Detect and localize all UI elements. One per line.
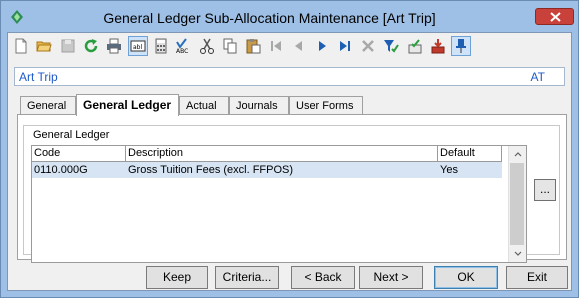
svg-text:abl: abl — [133, 44, 142, 51]
tab-general-ledger[interactable]: General Ledger — [76, 94, 179, 116]
scroll-thumb[interactable] — [510, 163, 524, 245]
cell-code: 0110.000G — [34, 164, 88, 176]
filter-icon[interactable] — [381, 36, 401, 56]
general-ledger-group: General Ledger Code Description Default … — [23, 125, 560, 263]
refresh-icon[interactable] — [81, 36, 101, 56]
pin-icon[interactable] — [451, 36, 471, 56]
paste-icon[interactable] — [243, 36, 263, 56]
exit-button[interactable]: Exit — [506, 266, 568, 289]
close-button[interactable] — [535, 8, 574, 25]
new-icon[interactable] — [11, 36, 31, 56]
column-header-description[interactable]: Description — [126, 146, 438, 161]
scroll-down-button[interactable] — [509, 245, 526, 262]
last-record-icon[interactable] — [335, 36, 355, 56]
delete-icon — [358, 36, 378, 56]
calculator-icon[interactable] — [151, 36, 171, 56]
column-header-code[interactable]: Code — [32, 146, 126, 161]
svg-text:ABC: ABC — [176, 48, 188, 54]
next-record-icon[interactable] — [312, 36, 332, 56]
group-label: General Ledger — [31, 129, 112, 141]
title-bar[interactable]: General Ledger Sub-Allocation Maintenanc… — [1, 1, 578, 32]
back-button[interactable]: < Back — [291, 266, 355, 289]
approve-icon[interactable] — [405, 36, 425, 56]
save-icon — [58, 36, 78, 56]
criteria-button[interactable]: Criteria... — [215, 266, 279, 289]
scroll-up-button[interactable] — [509, 146, 526, 163]
cell-default: Yes — [440, 164, 458, 176]
grid-header: Code Description Default — [32, 146, 502, 162]
record-code: AT — [530, 70, 545, 84]
first-record-icon — [266, 36, 286, 56]
table-row[interactable]: 0110.000G Gross Tuition Fees (excl. FFPO… — [32, 162, 502, 178]
text-field-icon[interactable]: abl — [128, 36, 148, 56]
print-icon[interactable] — [104, 36, 124, 56]
tab-user-forms[interactable]: User Forms — [289, 96, 363, 114]
client-area: abl ABC Art Trip AT General General Ledg… — [7, 32, 572, 291]
context-bar: Art Trip AT — [14, 67, 565, 86]
spellcheck-icon[interactable]: ABC — [174, 36, 194, 56]
vertical-scrollbar[interactable] — [508, 146, 526, 262]
tab-actual[interactable]: Actual — [179, 96, 229, 114]
keep-button[interactable]: Keep — [146, 266, 208, 289]
open-icon[interactable] — [34, 36, 54, 56]
column-header-default[interactable]: Default — [438, 146, 502, 161]
chevron-down-icon — [514, 251, 521, 256]
chevron-up-icon — [514, 152, 521, 157]
cell-description: Gross Tuition Fees (excl. FFPOS) — [128, 164, 294, 176]
gl-grid[interactable]: Code Description Default 0110.000G Gross… — [31, 145, 527, 263]
copy-icon[interactable] — [220, 36, 240, 56]
import-icon[interactable] — [428, 36, 448, 56]
tab-panel: General Ledger Code Description Default … — [17, 114, 567, 263]
previous-record-icon — [289, 36, 309, 56]
tab-general[interactable]: General — [20, 96, 76, 114]
ellipsis-button[interactable]: ... — [534, 179, 556, 201]
record-name: Art Trip — [19, 70, 58, 84]
dialog-window: General Ledger Sub-Allocation Maintenanc… — [0, 0, 579, 298]
window-title: General Ledger Sub-Allocation Maintenanc… — [103, 10, 436, 26]
next-button[interactable]: Next > — [359, 266, 423, 289]
toolbar: abl ABC — [8, 33, 571, 61]
tab-journals[interactable]: Journals — [229, 96, 289, 114]
cut-icon[interactable] — [197, 36, 217, 56]
ok-button[interactable]: OK — [434, 266, 498, 289]
close-icon — [550, 12, 561, 22]
